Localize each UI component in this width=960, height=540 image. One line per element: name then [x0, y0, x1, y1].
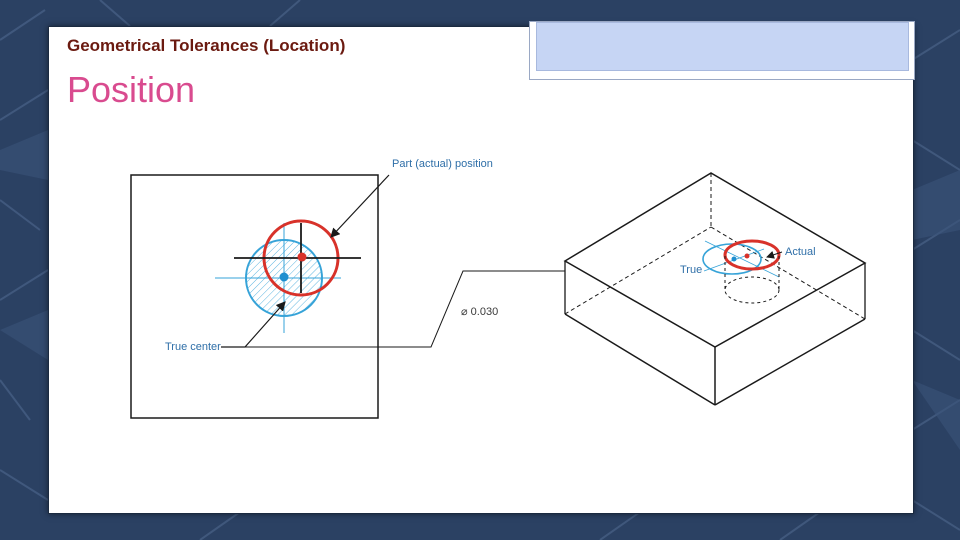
- iso-true-center-dot: [731, 256, 737, 262]
- position-tolerance-figure: Part (actual) position True center ⌀ 0.0…: [130, 158, 867, 419]
- part-position-label: Part (actual) position: [392, 158, 493, 170]
- top-view: Part (actual) position True center: [130, 158, 493, 419]
- iso-actual-center-dot: [744, 253, 750, 259]
- slide-panel: Geometrical Tolerances (Location) Positi…: [48, 21, 915, 514]
- tolerance-label: ⌀ 0.030: [461, 306, 498, 318]
- actual-center-dot: [297, 252, 307, 262]
- block-top-face: [563, 172, 867, 348]
- hole-bottom-hidden: [724, 276, 780, 304]
- actual-label: Actual: [785, 246, 816, 258]
- isometric-block: [563, 172, 867, 406]
- true-center-label: True center: [165, 341, 221, 353]
- true-center-dot: [279, 272, 289, 282]
- true-label: True: [680, 264, 702, 276]
- part-position-leader: [330, 174, 390, 238]
